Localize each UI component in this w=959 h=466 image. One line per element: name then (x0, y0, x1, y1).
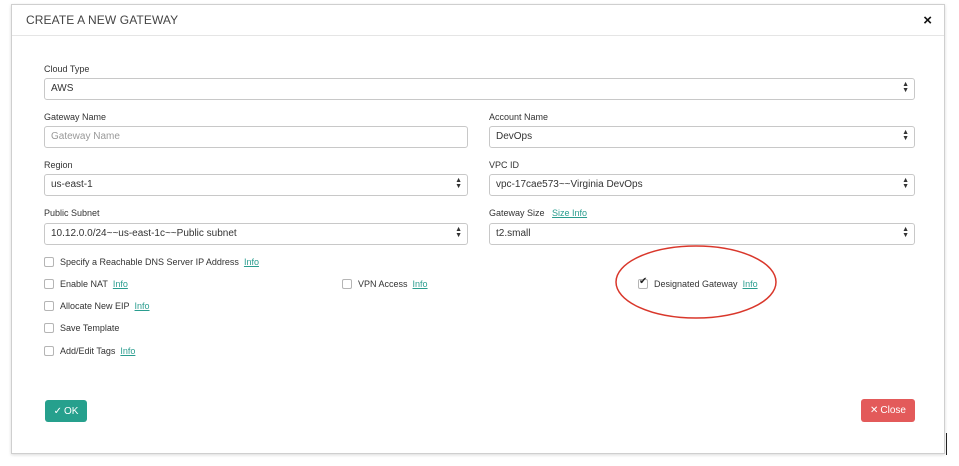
add-edit-tags-checkbox[interactable] (44, 346, 54, 356)
enable-nat-label: Enable NAT (60, 279, 108, 289)
option-enable-nat: Enable NAT Info (44, 279, 128, 289)
option-vpn-access: VPN Access Info (342, 279, 428, 289)
region-value: us-east-1 (51, 179, 93, 190)
cloud-type-select[interactable]: AWS ▲ ▼ (44, 78, 915, 100)
public-subnet-label: Public Subnet (44, 208, 100, 218)
dns-server-info-link[interactable]: Info (244, 257, 259, 267)
allocate-eip-label: Allocate New EIP (60, 301, 130, 311)
designated-gateway-label: Designated Gateway (654, 279, 738, 289)
save-template-checkbox[interactable] (44, 323, 54, 333)
updown-arrow-icon: ▲ ▼ (902, 177, 909, 190)
option-add-edit-tags: Add/Edit Tags Info (44, 346, 135, 356)
vpn-access-checkbox[interactable] (342, 279, 352, 289)
modal-title: CREATE A NEW GATEWAY (26, 13, 179, 27)
gateway-size-label: Gateway Size (489, 208, 545, 218)
vpc-id-select[interactable]: vpc-17cae573~~Virginia DevOps ▲ ▼ (489, 174, 915, 196)
close-button[interactable]: ✕ Close (861, 399, 915, 422)
dns-server-checkbox[interactable] (44, 257, 54, 267)
gateway-size-label-row: Gateway Size Size Info (489, 208, 587, 218)
updown-arrow-icon: ▲ ▼ (902, 226, 909, 239)
allocate-eip-checkbox[interactable] (44, 301, 54, 311)
create-gateway-modal: CREATE A NEW GATEWAY × Cloud Type AWS ▲ ▼… (11, 4, 945, 454)
cloud-type-value: AWS (51, 83, 74, 94)
check-icon: ✔ (639, 276, 648, 287)
close-icon[interactable]: × (923, 13, 932, 28)
close-button-label: Close (880, 405, 906, 416)
option-designated-gateway: ✔ Designated Gateway Info (638, 276, 758, 289)
public-subnet-select[interactable]: 10.12.0.0/24~~us-east-1c~~Public subnet … (44, 223, 468, 245)
designated-gateway-info-link[interactable]: Info (743, 279, 758, 289)
account-name-select[interactable]: DevOps ▲ ▼ (489, 126, 915, 148)
dns-server-label: Specify a Reachable DNS Server IP Addres… (60, 257, 239, 267)
ok-button-label: OK (63, 405, 79, 417)
region-label: Region (44, 160, 73, 170)
designated-gateway-checkbox[interactable]: ✔ (638, 276, 648, 289)
modal-header: CREATE A NEW GATEWAY × (12, 5, 944, 36)
ok-button[interactable]: ✓ OK (45, 400, 87, 422)
vpn-access-label: VPN Access (358, 279, 408, 289)
option-allocate-eip: Allocate New EIP Info (44, 301, 150, 311)
edge-mark (946, 433, 947, 455)
size-info-link[interactable]: Size Info (552, 208, 587, 218)
updown-arrow-icon: ▲ ▼ (455, 177, 462, 190)
check-icon: ✓ (53, 405, 62, 417)
gateway-name-placeholder: Gateway Name (51, 131, 120, 142)
gateway-size-value: t2.small (496, 228, 531, 239)
vpn-access-info-link[interactable]: Info (413, 279, 428, 289)
cloud-type-label: Cloud Type (44, 64, 90, 74)
add-edit-tags-info-link[interactable]: Info (120, 346, 135, 356)
gateway-size-select[interactable]: t2.small ▲ ▼ (489, 223, 915, 245)
gateway-name-input[interactable]: Gateway Name (44, 126, 468, 148)
save-template-label: Save Template (60, 323, 120, 333)
enable-nat-checkbox[interactable] (44, 279, 54, 289)
updown-arrow-icon: ▲ ▼ (902, 129, 909, 142)
option-save-template: Save Template (44, 323, 119, 333)
updown-arrow-icon: ▲ ▼ (455, 226, 462, 239)
account-name-value: DevOps (496, 131, 533, 142)
close-icon: ✕ (870, 405, 879, 416)
vpc-id-value: vpc-17cae573~~Virginia DevOps (496, 179, 643, 190)
updown-arrow-icon: ▲ ▼ (902, 81, 909, 94)
add-edit-tags-label: Add/Edit Tags (60, 346, 116, 356)
account-name-label: Account Name (489, 112, 549, 122)
public-subnet-value: 10.12.0.0/24~~us-east-1c~~Public subnet (51, 228, 237, 239)
allocate-eip-info-link[interactable]: Info (135, 301, 150, 311)
option-dns-server: Specify a Reachable DNS Server IP Addres… (44, 257, 259, 267)
region-select[interactable]: us-east-1 ▲ ▼ (44, 174, 468, 196)
gateway-name-label: Gateway Name (44, 112, 107, 122)
enable-nat-info-link[interactable]: Info (113, 279, 128, 289)
vpc-id-label: VPC ID (489, 160, 520, 170)
